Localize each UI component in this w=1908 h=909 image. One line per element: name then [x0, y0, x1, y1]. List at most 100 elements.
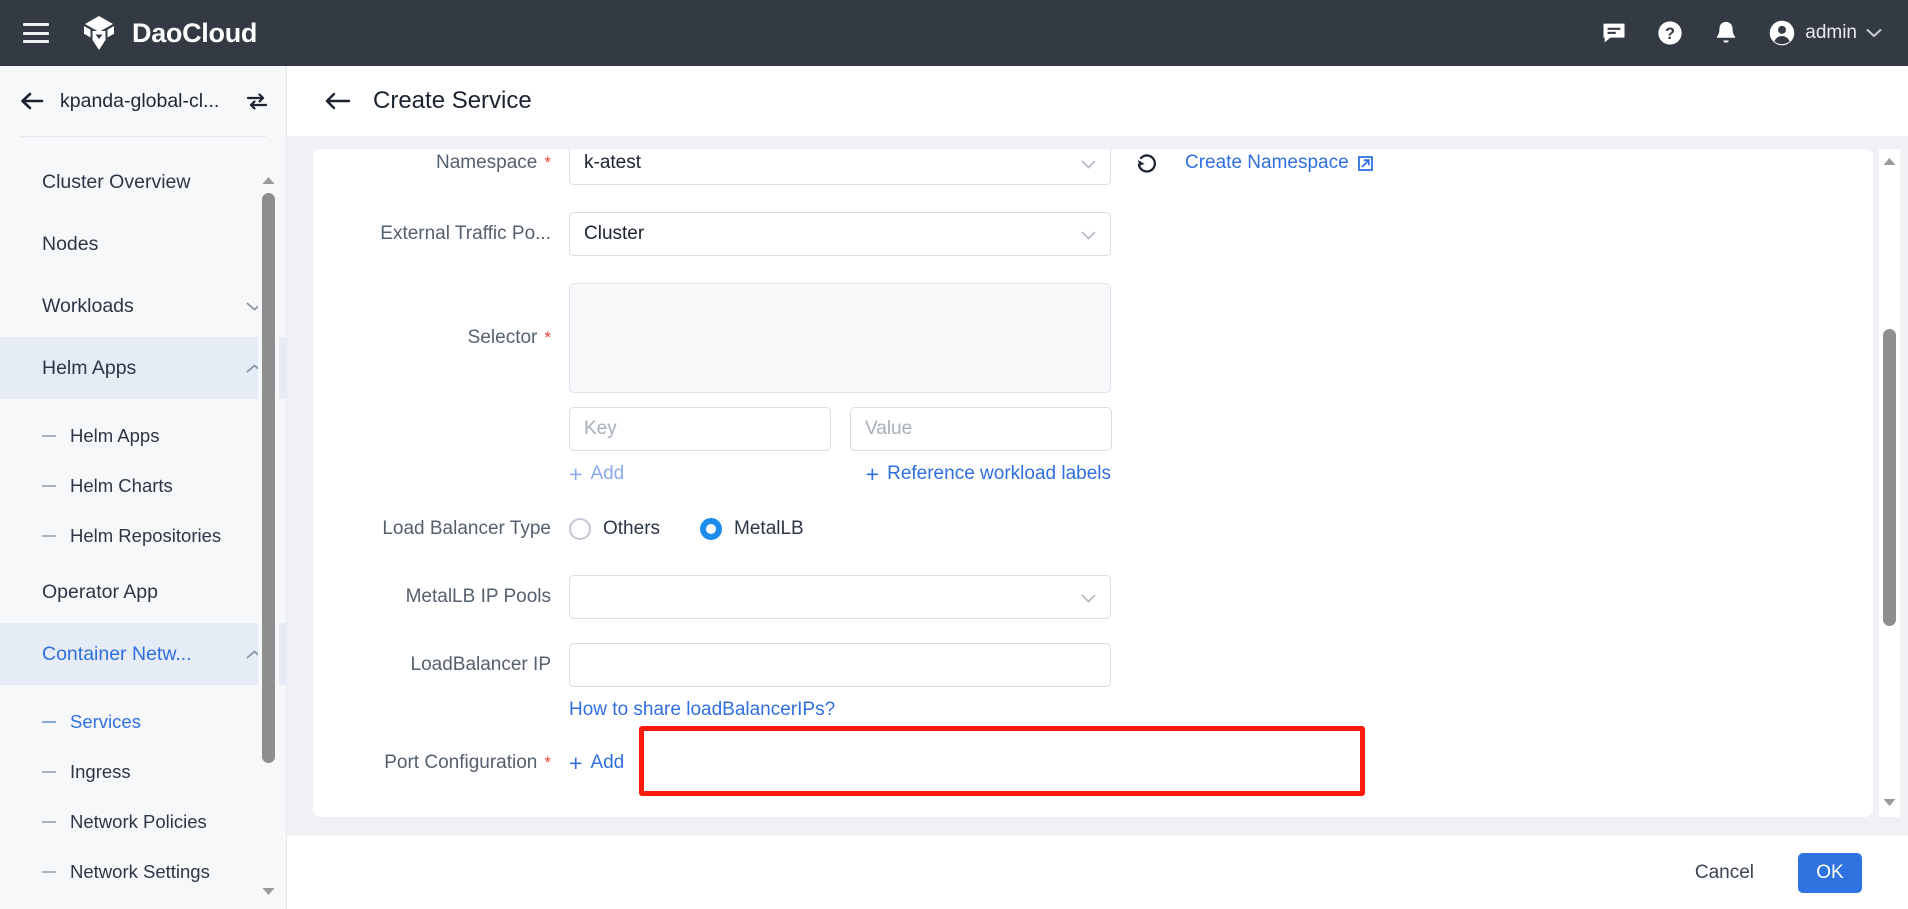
sidebar-item-label: Workloads [42, 295, 134, 318]
field-row-metallb-ip-pools: MetalLB IP Pools [313, 575, 1873, 619]
selector-label: Selector* [313, 283, 551, 393]
reference-workload-labels-button[interactable]: + Reference workload labels [866, 463, 1111, 485]
selector-field-group: Key Value + Add + Reference wor [569, 283, 1112, 485]
port-configuration-field: + Add [569, 741, 624, 785]
dash-icon [42, 821, 56, 823]
label-text: Port Configuration [384, 752, 537, 773]
brand-name: DaoCloud [132, 18, 257, 49]
refresh-icon[interactable] [1135, 151, 1161, 175]
loadbalancer-ip-input[interactable] [569, 643, 1111, 687]
sidebar-item-ingress[interactable]: Ingress [0, 747, 287, 797]
field-row-external-traffic-policy: External Traffic Po... Cluster [313, 212, 1873, 256]
required-marker: * [544, 153, 551, 172]
selector-textarea[interactable] [569, 283, 1111, 393]
required-marker: * [544, 753, 551, 772]
loadbalancer-ip-field: How to share loadBalancerIPs? [569, 643, 1111, 721]
dash-icon [42, 721, 56, 723]
dash-icon [42, 871, 56, 873]
load-balancer-type-field: Others MetalLB [569, 507, 804, 551]
sidebar-item-helm-apps-group[interactable]: Helm Apps [0, 337, 287, 399]
scrollbar-thumb[interactable] [262, 193, 275, 763]
selector-key-input[interactable]: Key [569, 407, 831, 451]
spacer [0, 399, 287, 411]
daocloud-cube-icon [79, 13, 119, 53]
radio-circle-icon [569, 518, 591, 540]
top-navbar: DaoCloud ? admin [0, 0, 1908, 66]
cluster-name[interactable]: kpanda-global-cl... [60, 90, 230, 113]
sidebar-item-label: Network Policies [70, 811, 207, 833]
share-loadbalancer-ips-link[interactable]: How to share loadBalancerIPs? [569, 699, 835, 721]
topbar-actions: ? admin [1600, 19, 1882, 47]
back-arrow-icon[interactable] [20, 91, 44, 111]
page-title: Create Service [373, 87, 532, 115]
sidebar-item-services[interactable]: Services [0, 697, 287, 747]
load-balancer-type-label: Load Balancer Type [313, 507, 551, 551]
dash-icon [42, 485, 56, 487]
brand-logo-link[interactable]: DaoCloud [79, 13, 257, 53]
external-link-icon [1357, 155, 1374, 172]
field-row-load-balancer-type: Load Balancer Type Others MetalLB [313, 507, 1873, 551]
external-traffic-policy-select[interactable]: Cluster [569, 212, 1111, 256]
namespace-select[interactable]: k-atest [569, 149, 1111, 185]
radio-metallb[interactable]: MetalLB [700, 518, 804, 540]
dash-icon [42, 435, 56, 437]
create-namespace-link[interactable]: Create Namespace [1185, 152, 1374, 174]
form-card-scroll: Namespace * k-atest [313, 149, 1873, 817]
form-card: Namespace * k-atest [313, 149, 1873, 817]
hamburger-icon[interactable] [23, 23, 49, 43]
selector-add-button[interactable]: + Add [569, 463, 624, 485]
sidebar-scrollbar[interactable] [258, 166, 279, 909]
sidebar-item-container-network-group[interactable]: Container Netw... [0, 623, 287, 685]
selector-value-input[interactable]: Value [850, 407, 1112, 451]
feedback-icon[interactable] [1600, 19, 1628, 47]
scroll-down-arrow-icon[interactable] [262, 887, 275, 896]
external-traffic-policy-label: External Traffic Po... [313, 212, 551, 256]
radio-others[interactable]: Others [569, 518, 660, 540]
sidebar-item-network-policies[interactable]: Network Policies [0, 797, 287, 847]
scroll-up-arrow-icon[interactable] [262, 176, 275, 185]
link-text: Add [590, 741, 624, 785]
form-scroll-region: Namespace * k-atest [287, 136, 1908, 836]
ok-button[interactable]: OK [1798, 853, 1862, 893]
sidebar-item-operator-app[interactable]: Operator App [0, 561, 287, 623]
sidebar-item-workloads[interactable]: Workloads [0, 275, 287, 337]
chevron-down-icon [1081, 594, 1096, 603]
help-icon[interactable]: ? [1656, 19, 1684, 47]
port-configuration-label: Port Configuration * [313, 741, 551, 785]
port-configuration-add-button[interactable]: + Add [569, 741, 624, 785]
svg-text:?: ? [1665, 25, 1675, 43]
sidebar-item-helm-repositories[interactable]: Helm Repositories [0, 511, 287, 561]
load-balancer-type-radio-group: Others MetalLB [569, 507, 804, 551]
cancel-button[interactable]: Cancel [1681, 852, 1768, 894]
switch-cluster-icon[interactable] [246, 91, 268, 111]
scroll-down-arrow-icon[interactable] [1883, 798, 1896, 807]
sidebar-header: kpanda-global-cl... [0, 66, 286, 136]
scrollbar-thumb[interactable] [1883, 329, 1896, 626]
main-content: Create Service Namespace * k-atest [287, 66, 1908, 909]
field-row-port-configuration: Port Configuration * + Add [313, 741, 1873, 785]
sidebar-item-helm-charts[interactable]: Helm Charts [0, 461, 287, 511]
external-traffic-policy-field: Cluster [569, 212, 1111, 256]
radio-circle-selected-icon [700, 518, 722, 540]
link-text: Create Namespace [1185, 152, 1349, 174]
spacer [0, 685, 287, 697]
link-text: Reference workload labels [887, 463, 1111, 485]
label-text: Namespace [436, 152, 537, 173]
radio-label: MetalLB [734, 518, 804, 540]
scroll-up-arrow-icon[interactable] [1883, 157, 1896, 166]
sidebar-item-network-settings[interactable]: Network Settings [0, 847, 287, 897]
metallb-ip-pools-select[interactable] [569, 575, 1111, 619]
page-header: Create Service [287, 66, 1908, 136]
sidebar-scroll-area: Cluster Overview Nodes Workloads Helm Ap… [0, 137, 287, 909]
user-menu[interactable]: admin [1768, 19, 1882, 47]
sidebar-item-label: Helm Apps [42, 357, 136, 380]
sidebar-item-nodes[interactable]: Nodes [0, 213, 287, 275]
page-back-arrow-icon[interactable] [325, 91, 351, 111]
form-scrollbar[interactable] [1879, 149, 1900, 817]
required-marker: * [544, 328, 551, 347]
sidebar-item-label: Helm Repositories [70, 525, 221, 547]
sidebar-item-cluster-overview[interactable]: Cluster Overview [0, 151, 287, 213]
notifications-icon[interactable] [1712, 19, 1740, 47]
sidebar-item-helm-apps[interactable]: Helm Apps [0, 411, 287, 461]
field-row-loadbalancer-ip: LoadBalancer IP How to share loadBalance… [313, 643, 1873, 721]
